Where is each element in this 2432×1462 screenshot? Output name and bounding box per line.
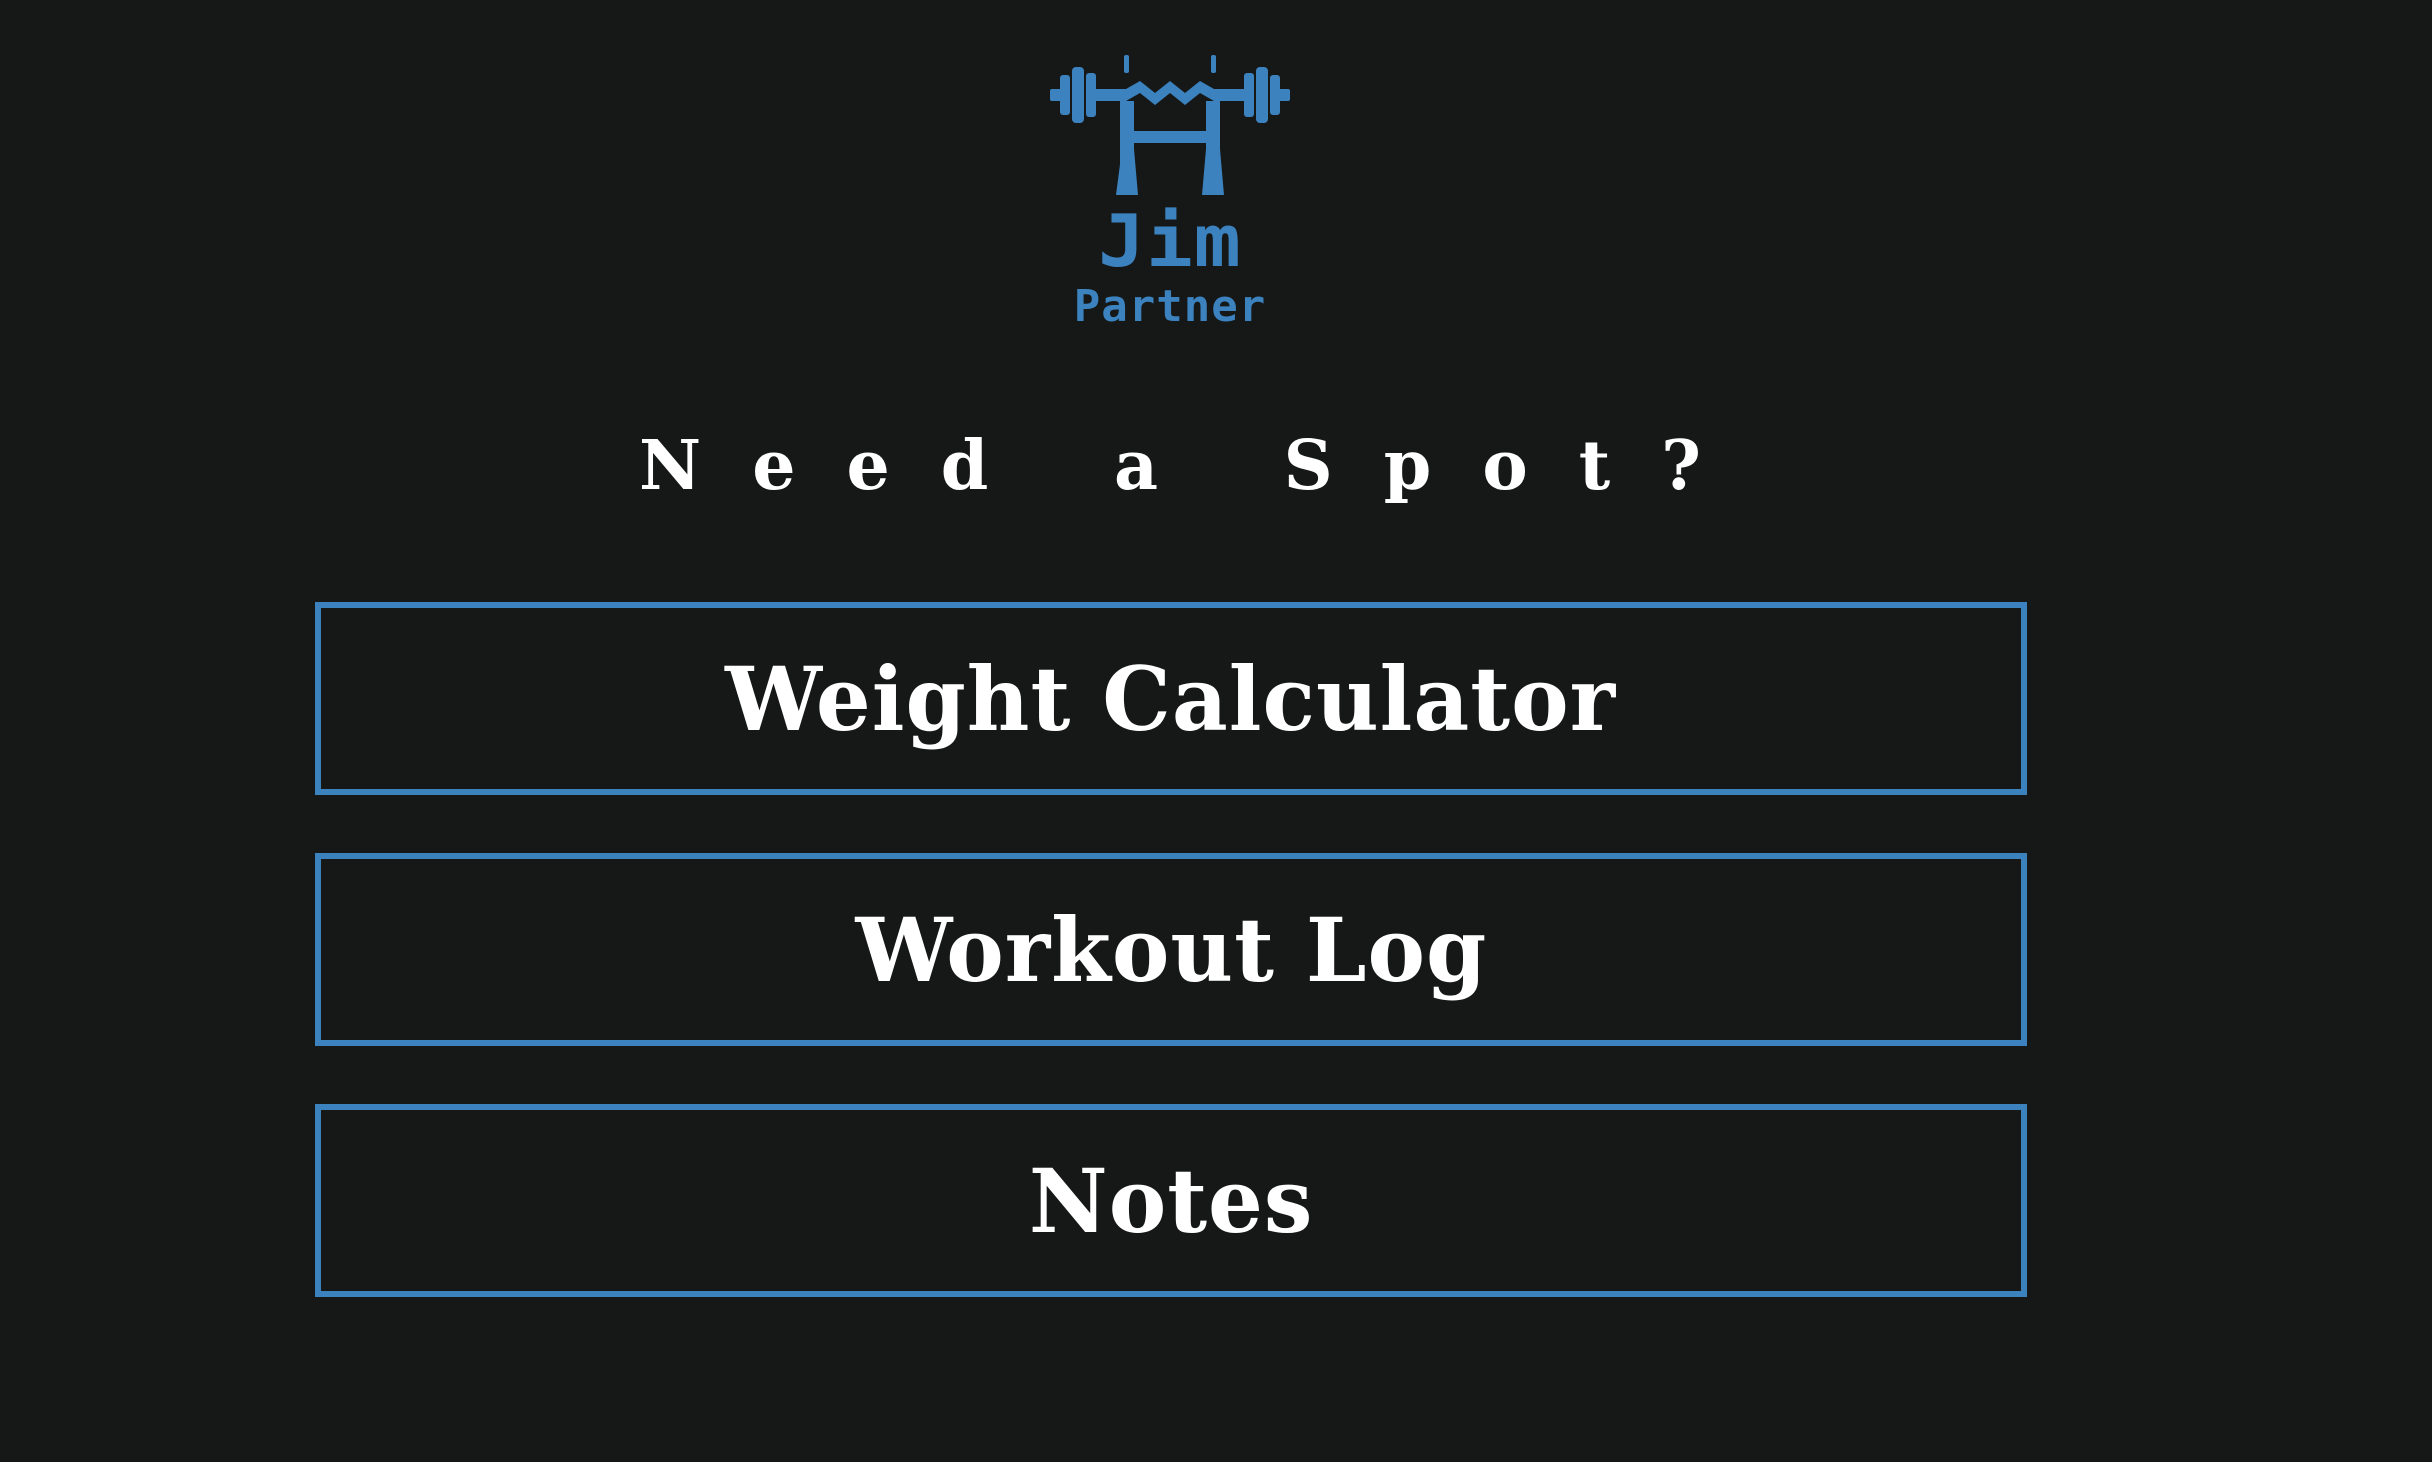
tagline: Need a Spot? xyxy=(639,426,1752,506)
logo-text-jim: Jim xyxy=(1098,199,1242,283)
notes-label: Notes xyxy=(1028,1148,1314,1253)
workout-log-button[interactable]: Workout Log xyxy=(315,853,2027,1046)
logo-text-partner: Partner xyxy=(1073,281,1267,332)
workout-log-label: Workout Log xyxy=(855,897,1487,1002)
weight-calculator-button[interactable]: Weight Calculator xyxy=(315,602,2027,795)
app-logo: Jim Partner xyxy=(1040,45,1300,345)
barbell-rack-icon xyxy=(1050,55,1290,195)
weight-calculator-label: Weight Calculator xyxy=(725,646,1617,751)
notes-button[interactable]: Notes xyxy=(315,1104,2027,1297)
